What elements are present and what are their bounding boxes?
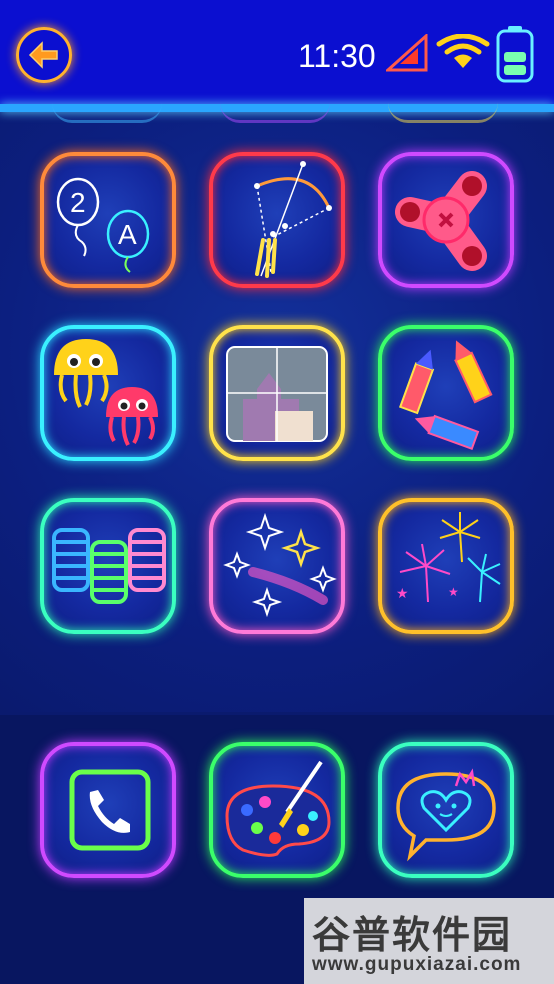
fireworks-icon: ★ ★: [396, 512, 501, 603]
sparkle-icon: [223, 512, 337, 618]
watermark-title: 谷普软件园: [312, 915, 513, 957]
bow-icon: [254, 161, 332, 278]
app-tile-spinner[interactable]: [378, 152, 514, 288]
dock-tile-heart-chat[interactable]: [378, 742, 514, 878]
top-bar: 11:30: [0, 0, 554, 106]
signal-icon: [386, 34, 428, 72]
back-button[interactable]: [16, 27, 72, 83]
app-tile-puzzle[interactable]: [209, 325, 345, 461]
svg-text:A: A: [118, 219, 137, 250]
svg-text:★: ★: [448, 585, 459, 599]
scrolled-tile-edge: [52, 100, 162, 123]
app-tile-balloons[interactable]: 2 A: [40, 152, 176, 288]
coins-icon: [52, 528, 166, 604]
scrolled-tile-edge: [220, 100, 330, 123]
phone-icon: [69, 769, 151, 851]
jellyfish-icon: [54, 339, 158, 446]
app-tile-jellyfish[interactable]: [40, 325, 176, 461]
battery-icon: [496, 26, 534, 83]
status-time: 11:30: [298, 38, 376, 74]
dock-tile-phone[interactable]: [40, 742, 176, 878]
back-arrow-icon: [28, 41, 58, 69]
scrolled-tile-edge: [388, 100, 498, 123]
rocket-icon: [398, 340, 493, 451]
dock-tile-palette[interactable]: [209, 742, 345, 878]
watermark: 谷普软件园 www.gupuxiazai.com: [304, 898, 554, 984]
balloons-icon: 2 A: [56, 177, 150, 273]
app-tile-bow[interactable]: [209, 152, 345, 288]
app-tile-fireworks[interactable]: ★ ★: [378, 498, 514, 634]
app-tile-rockets[interactable]: [378, 325, 514, 461]
heart-chat-icon: [396, 768, 496, 862]
puzzle-icon: [226, 346, 328, 442]
svg-text:★: ★: [396, 586, 409, 602]
spinner-icon: [395, 171, 487, 271]
svg-text:2: 2: [70, 187, 86, 218]
app-tile-coins[interactable]: [40, 498, 176, 634]
palette-icon: [225, 760, 331, 857]
watermark-url: www.gupuxiazai.com: [312, 954, 522, 975]
wifi-icon: [436, 34, 490, 68]
app-tile-sparkles[interactable]: [209, 498, 345, 634]
